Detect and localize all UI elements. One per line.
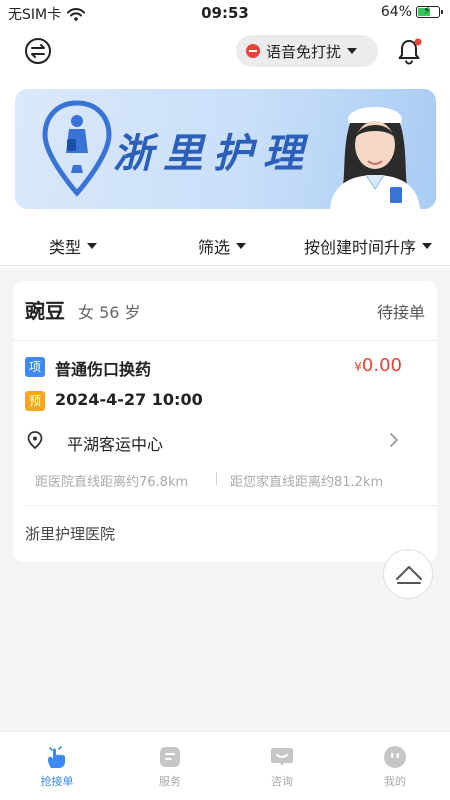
location-pin-icon	[27, 431, 43, 450]
filter-screen[interactable]: 筛选	[198, 234, 247, 258]
order-card[interactable]: 豌豆 女 56 岁 待接单 项 普通伤口换药 ¥0.00 预 2024-4-27…	[13, 281, 437, 562]
service-tag: 项	[25, 357, 45, 377]
tab-service[interactable]: 服务	[140, 744, 200, 789]
scroll-top-button[interactable]	[383, 549, 433, 599]
service-name: 普通伤口换药	[55, 360, 152, 379]
charging-icon: ⚡	[423, 4, 431, 17]
service-icon	[160, 747, 180, 767]
divider	[25, 505, 437, 506]
order-status: 待接单	[376, 303, 425, 322]
chevron-right-icon[interactable]	[389, 433, 399, 447]
price-value: 0.00	[361, 355, 402, 376]
appointment-time: 2024-4-27 10:00	[55, 390, 203, 409]
filter-bar: 类型 筛选 按创建时间升序	[0, 226, 450, 266]
chat-icon	[271, 748, 293, 766]
status-bar: 无SIM卡 09:53 64% ⚡	[0, 0, 450, 26]
price: ¥0.00	[354, 355, 402, 376]
status-right: 64% ⚡	[380, 4, 443, 20]
tab-label: 抢接单	[40, 775, 74, 788]
price-currency: ¥	[354, 360, 362, 374]
sort-order[interactable]: 按创建时间升序	[304, 234, 433, 258]
dnd-label: 语音免打扰	[266, 42, 342, 61]
battery-icon: ⚡	[416, 4, 443, 18]
tab-consult[interactable]: 咨询	[252, 744, 312, 789]
tab-grab-order[interactable]: 抢接单	[27, 744, 87, 789]
caret-down-icon	[87, 243, 98, 249]
hospital-name: 浙里护理医院	[25, 525, 116, 543]
appointment-tag: 预	[25, 391, 45, 411]
chevron-up-icon	[396, 566, 422, 584]
divider	[13, 340, 437, 341]
bottom-tab-bar: 抢接单 服务 咨询 我的	[0, 731, 450, 800]
distance-separator	[216, 472, 217, 485]
filter-type[interactable]: 类型	[49, 234, 98, 258]
caret-down-icon	[347, 48, 358, 54]
caret-down-icon	[422, 243, 433, 249]
hand-tap-icon	[47, 746, 65, 768]
nurse-location-logo	[42, 100, 112, 197]
nurse-illustration	[330, 107, 420, 209]
voice-dnd-toggle[interactable]: 语音免打扰	[236, 35, 378, 67]
profile-icon	[384, 746, 406, 768]
tab-label: 服务	[159, 775, 181, 788]
tab-mine[interactable]: 我的	[365, 744, 425, 789]
distance-to-hospital: 距医院直线距离约76.8km	[35, 475, 189, 490]
distance-to-home: 距您家直线距离约81.2km	[230, 475, 384, 490]
filter-screen-label: 筛选	[198, 238, 231, 257]
promo-banner[interactable]: 浙里护理	[15, 89, 436, 209]
tab-label: 我的	[384, 775, 406, 788]
caret-down-icon	[236, 243, 247, 249]
switch-role-icon[interactable]	[24, 37, 52, 65]
patient-info: 女 56 岁	[78, 303, 141, 322]
patient-name: 豌豆	[25, 299, 65, 323]
filter-type-label: 类型	[49, 238, 82, 257]
banner-title: 浙里护理	[113, 130, 313, 177]
dnd-status-icon	[246, 44, 260, 58]
location-name[interactable]: 平湖客运中心	[67, 431, 163, 455]
battery-percent: 64%	[380, 4, 412, 20]
notification-bell-icon[interactable]	[394, 36, 424, 66]
tab-label: 咨询	[271, 775, 293, 788]
sort-order-label: 按创建时间升序	[304, 238, 417, 257]
